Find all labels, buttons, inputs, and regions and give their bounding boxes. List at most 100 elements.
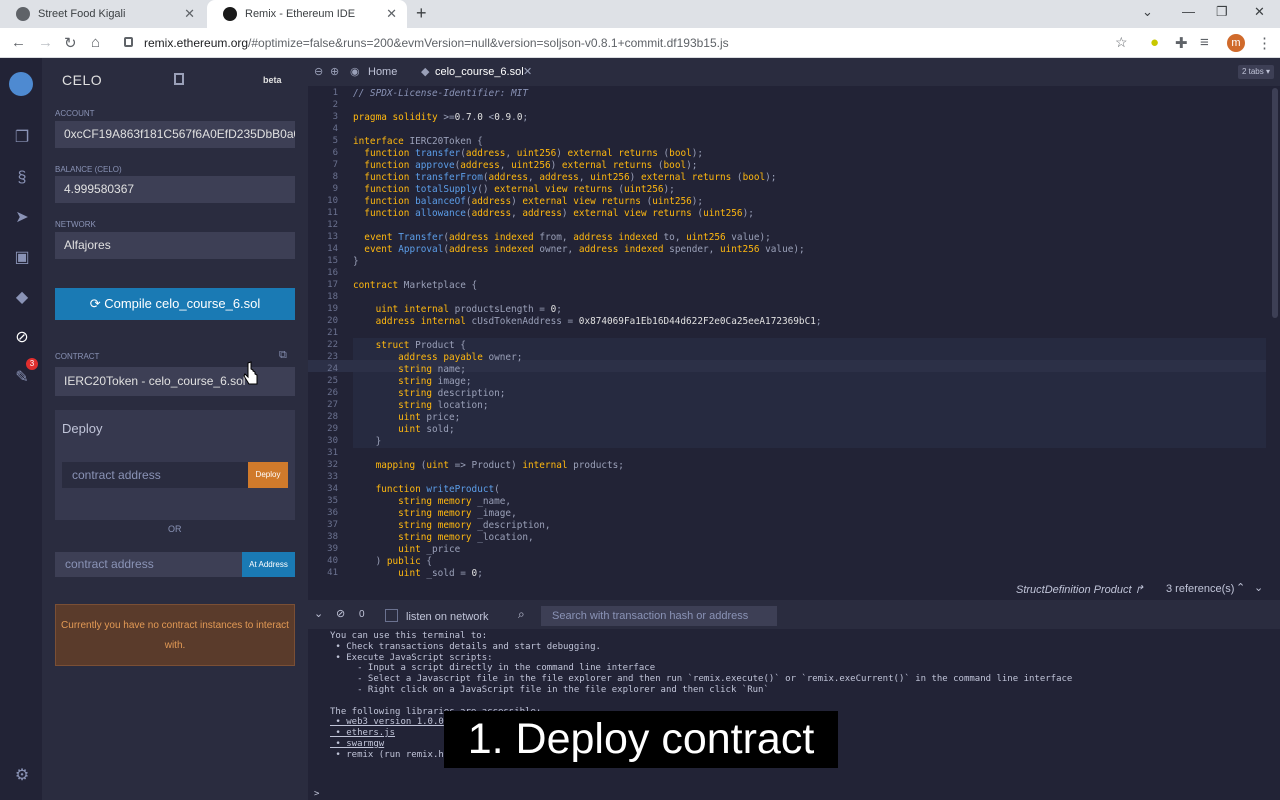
line-number: 28 (327, 412, 338, 422)
back-icon[interactable]: ← (11, 34, 26, 51)
code-line: contract Marketplace { (353, 280, 478, 291)
code-line: function writeProduct( (375, 484, 500, 495)
line-number: 31 (327, 448, 338, 458)
copy-icon[interactable]: ⧉ (279, 349, 287, 362)
code-line: uint internal productsLength = 0; (375, 304, 562, 315)
deploy-address-input[interactable]: contract address (62, 462, 248, 488)
deploy-button[interactable]: Deploy (248, 462, 288, 488)
line-number: 19 (327, 304, 338, 314)
remix-logo-icon[interactable] (9, 72, 33, 96)
extension-icon[interactable]: ● (1150, 34, 1159, 51)
browser-tab-title: Remix - Ethereum IDE (245, 8, 356, 20)
chevron-up-icon[interactable]: ⌃ (1236, 581, 1245, 594)
browser-tab-remix[interactable]: Remix - Ethereum IDE ✕ (207, 0, 407, 28)
deploy-title: Deploy (62, 421, 103, 436)
tab-search-icon[interactable]: ⌄ (1142, 4, 1153, 20)
collapse-terminal-icon[interactable]: ⌄ (314, 607, 323, 620)
puzzle-icon[interactable]: ✚ (1175, 34, 1188, 52)
code-line: interface IERC20Token { (353, 136, 483, 147)
browser-tabbar: Street Food Kigali ✕ Remix - Ethereum ID… (0, 0, 1280, 28)
network-field[interactable]: Alfajores (55, 232, 295, 259)
network-label: NETWORK (55, 220, 96, 229)
line-number: 32 (327, 460, 338, 470)
profile-avatar[interactable]: m (1227, 34, 1245, 52)
terminal-line: • ethers.js (330, 728, 396, 739)
terminal-line: You can use this terminal to: (330, 631, 488, 641)
close-tab-icon[interactable]: ✕ (184, 6, 195, 22)
contract-select[interactable]: IERC20Token - celo_course_6.sol (55, 367, 295, 396)
home-icon[interactable]: ⌂ (91, 34, 100, 51)
line-number: 25 (327, 376, 338, 386)
media-icon[interactable]: ≡ (1200, 34, 1209, 51)
reference-bar: StructDefinition Product ↱ 3 reference(s… (308, 580, 1280, 600)
beta-badge: beta (263, 75, 282, 85)
line-number: 21 (327, 328, 338, 338)
reload-icon[interactable]: ↻ (64, 34, 77, 52)
deploy-section: Deploy contract address Deploy (55, 410, 295, 520)
globe-icon (16, 7, 30, 21)
lock-icon[interactable] (124, 37, 133, 47)
terminal-line: • web3 version 1.0.0 (330, 717, 444, 728)
code-line: function transfer(address, uint256) exte… (364, 148, 704, 159)
code-line: string name; (398, 364, 466, 375)
url-field[interactable]: remix.ethereum.org/#optimize=false&runs=… (144, 36, 729, 50)
zoom-in-icon[interactable]: ⊕ (330, 58, 339, 86)
line-number: 2 (332, 100, 338, 110)
code-editor[interactable]: // SPDX-License-Identifier: MIT pragma so… (353, 86, 1268, 608)
close-tab-icon[interactable]: ✕ (386, 6, 397, 22)
home-tab-icon: ◉ (350, 66, 360, 78)
terminal-search-input[interactable]: Search with transaction hash or address (541, 606, 777, 626)
chevron-down-icon[interactable]: ⌄ (1254, 581, 1263, 594)
minimize-icon[interactable]: — (1182, 4, 1195, 19)
forward-icon[interactable]: → (38, 34, 53, 51)
plugin-manager-icon[interactable]: ▣ (12, 248, 32, 268)
at-address-button[interactable]: At Address (242, 552, 295, 577)
maximize-icon[interactable]: ❐ (1216, 4, 1228, 20)
browser-tab-street-food[interactable]: Street Food Kigali ✕ (0, 0, 205, 28)
code-line: string memory _name, (398, 496, 512, 507)
line-number: 37 (327, 520, 338, 530)
tabs-dropdown[interactable]: 2 tabs ▾ (1237, 65, 1274, 79)
terminal-prompt[interactable]: > (314, 789, 319, 799)
documentation-icon[interactable] (174, 73, 184, 85)
celo-plugin-icon[interactable]: ⊘ (12, 328, 32, 348)
code-line: address payable owner; (398, 352, 523, 363)
verify-icon[interactable]: ◆ (12, 288, 32, 308)
code-line: mapping (uint => Product) internal produ… (375, 460, 624, 471)
url-path: /#optimize=false&runs=200&evmVersion=nul… (248, 36, 729, 50)
code-line: string memory _description, (398, 520, 551, 531)
close-tab-icon[interactable]: ✕ (523, 58, 532, 86)
compile-button[interactable]: ⟳ Compile celo_course_6.sol (55, 288, 295, 320)
at-address-input[interactable]: contract address (55, 552, 242, 577)
browser-tab-title: Street Food Kigali (38, 8, 126, 20)
menu-icon[interactable]: ⋮ (1257, 34, 1272, 52)
plug-icon[interactable]: ✎ (12, 368, 32, 388)
struct-definition-label: StructDefinition Product (1016, 584, 1132, 596)
editor-scrollbar[interactable] (1272, 88, 1278, 318)
close-window-icon[interactable]: ✕ (1254, 4, 1265, 20)
settings-gear-icon[interactable]: ⚙ (12, 766, 32, 786)
file-explorer-icon[interactable]: ❐ (12, 128, 32, 148)
code-line: string description; (398, 388, 506, 399)
terminal-line: - Right click on a JavaScript file in th… (330, 685, 769, 695)
refresh-icon: ⟳ (89, 296, 105, 311)
line-number: 14 (327, 244, 338, 254)
deploy-run-icon[interactable]: ➤ (12, 208, 32, 228)
clear-console-icon[interactable]: ⊘ (336, 607, 345, 620)
zoom-out-icon[interactable]: ⊖ (314, 58, 323, 86)
tab-home[interactable]: Home (368, 58, 397, 86)
bookmark-star-icon[interactable]: ☆ (1115, 34, 1128, 51)
solidity-file-icon: ◆ (421, 66, 430, 78)
tab-celo-course-6[interactable]: celo_course_6.sol (435, 58, 524, 86)
references-count: 3 reference(s) (1166, 583, 1235, 595)
account-field[interactable]: 0xcCF19A863f181C567f6A0EfD235DbB0a0l (55, 121, 295, 148)
line-number: 1 (332, 88, 338, 98)
code-line: function approve(address, uint256) exter… (364, 160, 698, 171)
line-number: 35 (327, 496, 338, 506)
terminal-line: • swarmgw (330, 739, 385, 749)
code-line: event Transfer(address indexed from, add… (364, 232, 771, 243)
compile-button-label: Compile celo_course_6.sol (104, 296, 261, 311)
compiler-icon[interactable]: § (12, 168, 32, 188)
new-tab-icon[interactable]: + (416, 3, 427, 24)
listen-checkbox[interactable] (385, 609, 398, 622)
